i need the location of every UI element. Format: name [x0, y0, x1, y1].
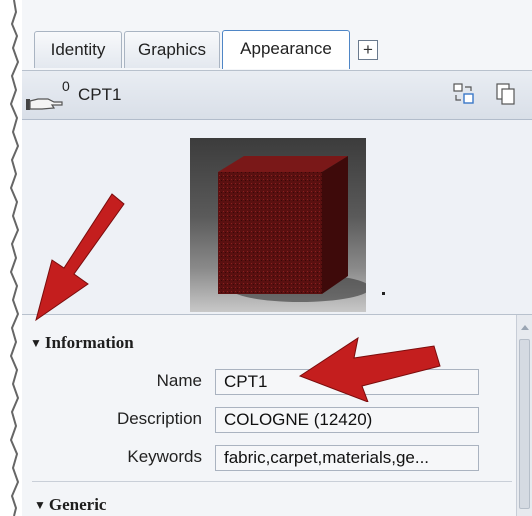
hand-icon	[26, 98, 63, 110]
copy-icon[interactable]	[494, 82, 518, 106]
section-generic-header[interactable]: ▼ Generic	[34, 495, 106, 515]
tab-appearance[interactable]: Appearance	[222, 30, 350, 69]
tab-graphics[interactable]: Graphics	[124, 31, 220, 68]
asset-header: 0 CPT1	[22, 71, 532, 120]
annotation-arrow-left	[298, 336, 441, 402]
scrollbar[interactable]	[516, 315, 532, 516]
asset-count: 0	[62, 78, 70, 94]
tab-bar: Identity Graphics Appearance +	[22, 0, 532, 71]
torn-edge	[0, 0, 20, 516]
annotation-arrow-down-left	[35, 193, 125, 322]
keywords-field[interactable]: fabric,carpet,materials,ge...	[215, 445, 479, 471]
triangle-down-icon: ▼	[34, 498, 46, 512]
asset-name: CPT1	[78, 85, 122, 104]
swap-icon[interactable]	[452, 82, 476, 106]
name-label: Name	[156, 371, 202, 390]
section-divider	[32, 481, 512, 482]
description-label: Description	[116, 409, 202, 428]
description-field[interactable]: COLOGNE (12420)	[215, 407, 479, 433]
tab-identity[interactable]: Identity	[34, 31, 122, 68]
section-information-header[interactable]: ▼ Information	[30, 333, 134, 353]
material-swatch-image	[190, 138, 370, 312]
scroll-up-icon[interactable]	[521, 325, 529, 330]
add-tab-button[interactable]: +	[358, 40, 378, 60]
preview-options-dot[interactable]	[382, 292, 385, 295]
keywords-label: Keywords	[127, 447, 202, 466]
scroll-thumb[interactable]	[519, 339, 530, 509]
triangle-down-icon: ▼	[30, 336, 42, 350]
properties-list: ▼ Information Name CPT1 Description COLOG…	[22, 314, 532, 516]
